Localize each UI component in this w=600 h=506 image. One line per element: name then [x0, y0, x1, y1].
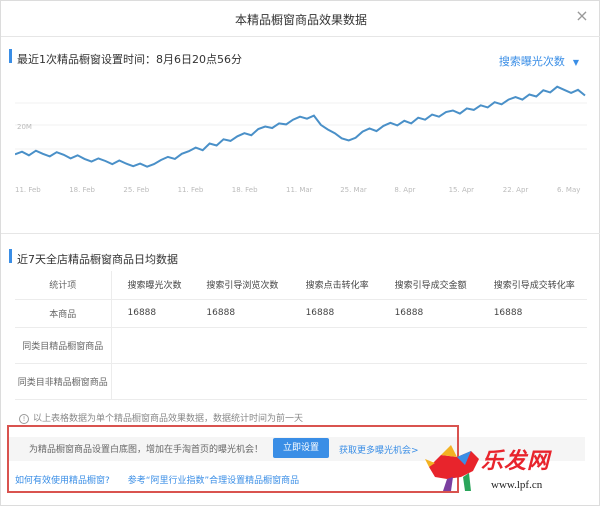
table-cell	[477, 327, 587, 364]
table-cell	[190, 327, 290, 364]
section-accent-bar	[9, 249, 12, 263]
chart-x-ticks: 11. Feb 18. Feb 25. Feb 11. Feb 18. Feb 11. M…	[15, 186, 580, 194]
section-accent-bar	[9, 49, 12, 63]
watermark: 乐发网 www.lpf.cn	[423, 435, 593, 503]
modal-header: 本精品橱窗商品效果数据 ×	[1, 1, 600, 37]
chart-x-tick-label: 18. Feb	[232, 186, 258, 194]
bull-logo-icon	[425, 445, 479, 491]
daily-avg-title: 近7天全店精品橱窗商品日均数据	[17, 253, 178, 266]
table-header: 搜索引导成交金额	[378, 271, 478, 300]
table-cell: 16888	[111, 299, 191, 328]
table-header: 搜索点击转化率	[289, 271, 379, 300]
chart-x-tick-label: 25. Feb	[123, 186, 149, 194]
table-header: 搜索曝光次数	[111, 271, 191, 300]
table-header: 统计项	[15, 271, 112, 300]
trend-chart-svg: 11. Feb 18. Feb 25. Feb 11. Feb 18. Feb 11. M…	[14, 85, 587, 194]
chart-x-tick-label: 11. Feb	[15, 186, 41, 194]
chart-x-tick-label: 18. Feb	[69, 186, 95, 194]
highlight-box	[7, 425, 459, 493]
table-cell	[378, 363, 478, 400]
table-header-row: 统计项 搜索曝光次数 搜索引导浏览次数 搜索点击转化率 搜索引导成交金额 搜索引…	[15, 271, 587, 300]
table-cell	[190, 363, 290, 400]
row-label: 同类目精品橱窗商品	[15, 327, 112, 364]
chart-x-tick-label: 6. May	[557, 186, 580, 194]
data-note-text: 以上表格数据为单个精品橱窗商品效果数据，数据统计时间为前一天	[33, 414, 304, 424]
chart-x-tick-label: 25. Mar	[340, 186, 367, 194]
chart-y-tick-label: 20M	[17, 123, 32, 131]
table-cell	[289, 363, 379, 400]
last-setup-time-label: 最近1次精品橱窗设置时间：8月6日20点56分	[17, 53, 242, 66]
table-cell	[111, 363, 191, 400]
chart-x-tick-label: 8. Apr	[394, 186, 415, 194]
watermark-text: 乐发网	[481, 449, 551, 474]
chevron-down-icon: ▼	[572, 58, 579, 67]
table-cell	[477, 363, 587, 400]
table-cell	[378, 327, 478, 364]
table-row: 同类目非精品橱窗商品	[15, 363, 587, 400]
trend-chart: 11. Feb 18. Feb 25. Feb 11. Feb 18. Feb 11. M…	[14, 73, 587, 195]
chart-x-tick-label: 11. Mar	[286, 186, 313, 194]
stats-table: 统计项 搜索曝光次数 搜索引导浏览次数 搜索点击转化率 搜索引导成交金额 搜索引…	[15, 271, 587, 400]
info-icon: !	[19, 414, 29, 424]
chart-x-tick-label: 15. Apr	[449, 186, 475, 194]
row-label: 本商品	[15, 299, 112, 328]
effect-data-modal: 本精品橱窗商品效果数据 × 最近1次精品橱窗设置时间：8月6日20点56分 搜索…	[0, 0, 600, 506]
data-note: ! 以上表格数据为单个精品橱窗商品效果数据，数据统计时间为前一天	[19, 411, 303, 424]
table-row: 同类目精品橱窗商品	[15, 327, 587, 364]
close-icon[interactable]: ×	[573, 7, 591, 25]
table-cell: 16888	[378, 299, 478, 328]
chart-x-tick-label: 22. Apr	[503, 186, 529, 194]
table-header: 搜索引导成交转化率	[477, 271, 587, 300]
table-cell: 16888	[289, 299, 379, 328]
row-label: 同类目非精品橱窗商品	[15, 363, 112, 400]
table-row: 本商品 16888 16888 16888 16888 16888	[15, 299, 587, 328]
table-cell	[289, 327, 379, 364]
table-cell: 16888	[477, 299, 587, 328]
watermark-url: www.lpf.cn	[491, 479, 543, 491]
table-header: 搜索引导浏览次数	[190, 271, 290, 300]
chart-gridlines	[15, 102, 587, 150]
section-divider	[1, 233, 600, 234]
chart-x-tick-label: 11. Feb	[178, 186, 204, 194]
modal-title: 本精品橱窗商品效果数据	[234, 13, 367, 27]
metric-dropdown-value: 搜索曝光次数	[498, 55, 565, 68]
metric-dropdown[interactable]: 搜索曝光次数 ▼	[499, 53, 579, 69]
table-cell: 16888	[190, 299, 290, 328]
table-cell	[111, 327, 191, 364]
chart-series-line	[14, 85, 586, 168]
